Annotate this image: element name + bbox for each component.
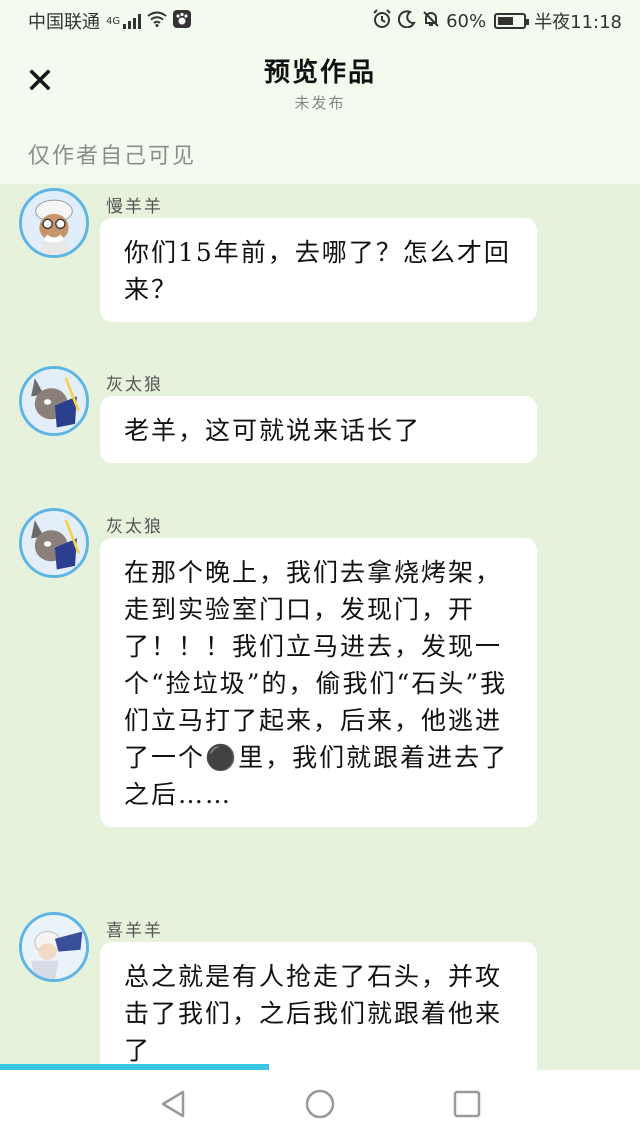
battery-percent: 60% [446,10,487,32]
wifi-icon [147,11,167,32]
paw-icon [173,9,192,33]
battery-icon [494,13,530,29]
visibility-note: 仅作者自己可见 [28,144,197,169]
clock-time: 半夜11:18 [534,12,622,33]
network-type: 4G [106,15,121,27]
grey-wolf-avatar[interactable] [19,508,89,578]
alarm-icon [372,8,392,34]
signal-icon [123,13,142,29]
sender-name: 喜羊羊 [106,921,163,941]
recents-square-icon [453,1090,480,1118]
slow-goat-avatar[interactable] [19,188,89,258]
home-circle-icon [305,1089,335,1119]
page-title: 预览作品 [263,58,376,88]
preview-header: ✕ 预览作品 未发布 仅作者自己可见 [0,42,640,184]
sender-name: 灰太狼 [106,375,163,395]
back-triangle-icon [162,1090,185,1118]
mute-bell-icon [422,10,440,33]
carrier-label: 中国联通 [28,12,100,33]
back-button[interactable] [153,1084,193,1124]
publish-status: 未发布 [294,94,346,112]
status-bar: 中国联通 4G 60% 半夜11:18 [0,0,640,42]
sender-name: 灰太狼 [106,517,163,537]
system-nav-bar [0,1070,640,1138]
grey-wolf-avatar[interactable] [19,366,89,436]
status-left: 中国联通 4G [28,8,192,34]
moon-icon [398,9,416,33]
message-bubble: 老羊，这可就说来话长了 [100,396,537,463]
sender-name: 慢羊羊 [106,197,163,217]
recents-button[interactable] [447,1084,487,1124]
status-right: 60% 半夜11:18 [372,8,622,34]
message-bubble: 在那个晚上，我们去拿烧烤架，走到实验室门口，发现门，开了！！！我们立马进去，发现… [100,538,537,827]
pleasant-goat-avatar[interactable] [19,912,89,982]
message-bubble: 你们15年前，去哪了？怎么才回来？ [100,218,537,322]
home-button[interactable] [300,1084,340,1124]
